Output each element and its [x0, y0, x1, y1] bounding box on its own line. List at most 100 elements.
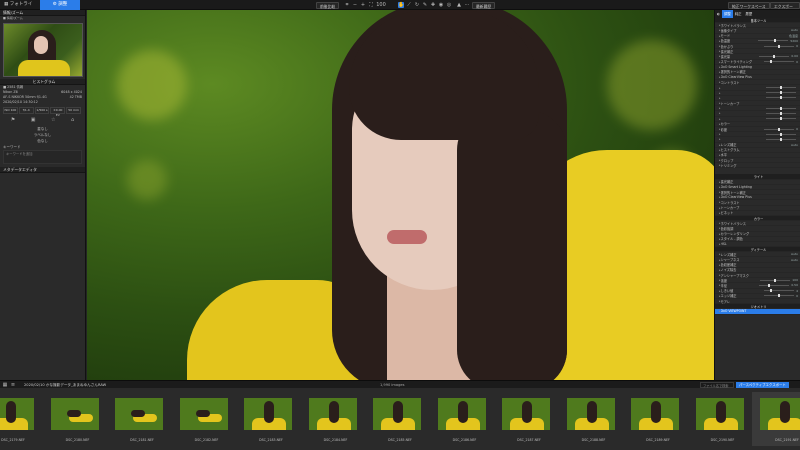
keywords-input[interactable]: キーワードを追加 — [3, 150, 82, 164]
left-panel: 情報/ズーム ■ 情報/ズーム ヒストグラム ■ 2581 情報 Nikon Z6… — [0, 10, 86, 380]
tab-photo-library[interactable]: ▦ フォトライブラリ — [0, 0, 40, 17]
export-button[interactable]: エクスポート — [770, 1, 800, 16]
zoom-out-icon[interactable]: − — [352, 2, 358, 8]
filmstrip-thumbnail[interactable]: DSC_2184.NEF — [301, 392, 363, 446]
compare-button[interactable]: 前後比較 — [316, 1, 340, 9]
tool-value[interactable]: Auto — [791, 258, 798, 262]
filmstrip-thumbnail[interactable]: DSC_2191.NEF — [752, 392, 800, 446]
filmstrip-thumbnail[interactable]: DSC_2186.NEF — [430, 392, 492, 446]
tool-value[interactable]: 100 — [792, 278, 798, 282]
tool-value[interactable]: 0 — [796, 127, 798, 131]
tab-customize[interactable]: ⚙ 調整 — [40, 0, 80, 10]
filmstrip-thumbnail[interactable]: DSC_2187.NEF — [494, 392, 556, 446]
tag-icon[interactable]: ⌂ — [71, 116, 74, 124]
tool-value[interactable]: Auto — [791, 143, 798, 147]
tool-label: ジオメトリ — [750, 304, 767, 309]
thumbnail-filename: DSC_2185.NEF — [388, 438, 412, 442]
filmstrip-thumbnail[interactable]: DSC_2182.NEF — [172, 392, 234, 446]
tool-label: DxO Smart Lighting — [720, 64, 752, 69]
tool-slider[interactable] — [764, 127, 795, 131]
exif-bar: ISO 100 f/1.4 1/500 s ±0.00 EV 50 mm — [3, 107, 82, 117]
tool-slider[interactable] — [764, 294, 795, 298]
tool-value[interactable]: Auto — [791, 28, 798, 32]
zoom-in-icon[interactable]: + — [360, 2, 366, 8]
metadata-editor-header[interactable]: メタデータエディタ — [0, 167, 85, 173]
tool-slider[interactable] — [759, 54, 790, 58]
fit-icon[interactable]: ⛶ — [368, 2, 374, 8]
filmstrip-thumbnail[interactable]: DSC_2179.NEF — [0, 392, 40, 446]
crop-icon[interactable]: ⌗ — [344, 2, 350, 8]
filmstrip-thumbnail[interactable]: DSC_2189.NEF — [623, 392, 685, 446]
tool-label: DxO Smart Lighting — [720, 184, 752, 189]
tool-label: 彩度 — [720, 127, 727, 132]
tab-label: 調整 — [58, 2, 68, 7]
warning-icon[interactable]: ▲ — [456, 2, 462, 8]
chevron-right-icon: ▸ — [719, 137, 721, 142]
workspace-button[interactable]: 純正ワークスペース — [728, 1, 770, 9]
thumbnail-image — [50, 398, 99, 430]
star-icon[interactable]: ☆ — [51, 116, 55, 124]
redeye-icon[interactable]: ◉ — [438, 2, 444, 8]
dots-icon[interactable]: ⋯ — [464, 2, 470, 8]
tool-slider[interactable] — [766, 106, 796, 110]
tool-value[interactable]: 0 — [796, 60, 798, 64]
tool-slider[interactable] — [759, 283, 790, 287]
tool-value[interactable]: 0 — [796, 294, 798, 298]
tool-value[interactable]: 0.00 — [791, 54, 798, 58]
tool-slider[interactable] — [766, 132, 796, 136]
tool-slider[interactable] — [766, 96, 796, 100]
palette-icon[interactable]: ◐ — [715, 10, 722, 18]
brush-icon[interactable]: ✎ — [422, 2, 428, 8]
tool-row[interactable]: ▸ DxO VIEWPOINT — [715, 309, 800, 315]
tool-slider[interactable] — [766, 111, 796, 115]
flag-icon[interactable]: ⚑ — [11, 116, 15, 124]
thumbnail-filename: DSC_2181.NEF — [130, 438, 154, 442]
tool-value[interactable]: 0.50 — [791, 283, 798, 287]
filmstrip-thumbnail[interactable]: DSC_2180.NEF — [43, 392, 105, 446]
tool-value[interactable]: 4 — [796, 289, 798, 293]
tool-slider[interactable] — [764, 289, 795, 293]
navigator-thumbnail[interactable] — [2, 23, 83, 77]
thumbnail-image — [179, 398, 228, 430]
filmstrip-thumbnail[interactable]: DSC_2181.NEF — [107, 392, 169, 446]
tool-slider[interactable] — [764, 44, 795, 48]
rotate-icon[interactable]: ↻ — [414, 2, 420, 8]
filmstrip-thumbnail[interactable]: DSC_2190.NEF — [688, 392, 750, 446]
tab-pure[interactable]: 純正 — [733, 10, 744, 18]
tool-row[interactable]: ▸ コントラスト — [715, 80, 800, 86]
tool-label: コントラスト — [720, 80, 740, 85]
tool-value[interactable]: 5200 — [790, 39, 798, 43]
tool-slider[interactable] — [760, 278, 791, 282]
thumbnail-image — [115, 398, 163, 430]
tool-label: DxO ClearView Plus — [720, 75, 752, 80]
camera-icon[interactable]: ▣ — [31, 116, 36, 124]
repair-icon[interactable]: ✚ — [430, 2, 436, 8]
tab-adjust[interactable]: 調整 — [721, 10, 733, 18]
zoom-level[interactable]: 100 — [376, 2, 386, 8]
filmstrip-thumbnail[interactable]: DSC_2185.NEF — [365, 392, 427, 446]
recent-history-button[interactable]: 最新履歴 — [472, 1, 496, 9]
image-viewer[interactable] — [87, 10, 714, 380]
tool-slider[interactable] — [758, 39, 789, 43]
filmstrip-thumbnail[interactable]: DSC_2188.NEF — [559, 392, 621, 446]
hand-icon[interactable]: ✋ — [398, 2, 404, 8]
tool-value[interactable]: 色温度 — [789, 34, 798, 38]
tool-value[interactable]: Auto — [791, 252, 798, 256]
tool-slider[interactable] — [764, 60, 795, 64]
chevron-right-icon: ▸ — [719, 95, 721, 100]
tool-value[interactable]: 0 — [796, 44, 798, 48]
navigator-title: 情報/ズーム — [3, 10, 24, 15]
tool-slider[interactable] — [766, 86, 796, 90]
tool-slider[interactable] — [766, 91, 796, 95]
tool-row[interactable]: ▸ トリミング — [715, 163, 800, 169]
thumbnail-filename: DSC_2188.NEF — [581, 438, 606, 442]
thumbnail-image — [437, 398, 486, 430]
thumbnail-filename: DSC_2187.NEF — [517, 438, 541, 442]
compare-label: 前後比較 — [320, 3, 336, 9]
tool-slider[interactable] — [766, 137, 796, 141]
tool-slider[interactable] — [766, 117, 796, 121]
filmstrip-thumbnail[interactable]: DSC_2183.NEF — [236, 392, 298, 446]
tool-row[interactable]: ▸ トーンカーブ — [715, 101, 800, 107]
straighten-icon[interactable]: ⟋ — [406, 2, 412, 8]
eye-icon[interactable]: ◎ — [446, 2, 452, 8]
